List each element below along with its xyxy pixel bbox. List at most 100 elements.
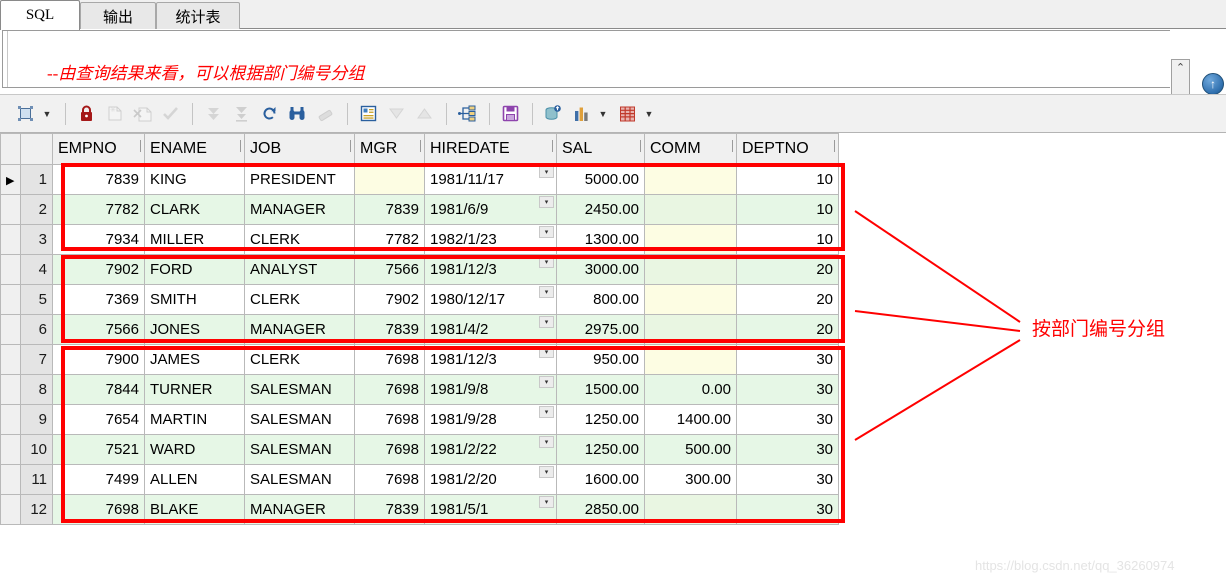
- row-marker-cell[interactable]: [0, 314, 21, 345]
- cell-comm[interactable]: [644, 224, 737, 255]
- cell-job[interactable]: MANAGER: [244, 194, 355, 225]
- cell-mgr[interactable]: 7698: [354, 464, 425, 495]
- tab-sql[interactable]: SQL: [0, 0, 80, 30]
- cell-comm[interactable]: 500.00: [644, 434, 737, 465]
- cell-mgr[interactable]: 7782: [354, 224, 425, 255]
- last-page-icon[interactable]: [228, 101, 254, 127]
- cell-mgr[interactable]: 7566: [354, 254, 425, 285]
- cell-hiredate[interactable]: 1981/5/1 ▾: [424, 494, 557, 525]
- cell-sal[interactable]: 2850.00: [556, 494, 645, 525]
- commit-check-icon[interactable]: [157, 101, 183, 127]
- date-picker-chevron-down-icon[interactable]: ▾: [539, 286, 554, 298]
- cell-ename[interactable]: BLAKE: [144, 494, 245, 525]
- row-number-cell[interactable]: 8: [20, 374, 53, 405]
- delete-record-icon[interactable]: [129, 101, 155, 127]
- table-row[interactable]: 8 7844 TURNER SALESMAN 7698 1981/9/8 ▾ 1500.00 0…: [0, 374, 839, 405]
- new-record-icon[interactable]: ✳: [101, 101, 127, 127]
- row-marker-cell[interactable]: [0, 464, 21, 495]
- cell-empno[interactable]: 7499: [52, 464, 145, 495]
- cell-sal[interactable]: 1250.00: [556, 434, 645, 465]
- column-resize-handle[interactable]: [350, 140, 351, 152]
- cell-hiredate[interactable]: 1982/1/23 ▾: [424, 224, 557, 255]
- grid-view-chevron-down-icon[interactable]: ▼: [40, 101, 54, 127]
- cell-ename[interactable]: FORD: [144, 254, 245, 285]
- cell-empno[interactable]: 7902: [52, 254, 145, 285]
- cell-comm[interactable]: 0.00: [644, 374, 737, 405]
- cell-comm[interactable]: [644, 314, 737, 345]
- cell-hiredate[interactable]: 1981/12/3 ▾: [424, 344, 557, 375]
- grid-view-icon[interactable]: [12, 101, 38, 127]
- cell-deptno[interactable]: 10: [736, 164, 839, 195]
- cell-empno[interactable]: 7900: [52, 344, 145, 375]
- cell-sal[interactable]: 1600.00: [556, 464, 645, 495]
- row-marker-cell[interactable]: [0, 224, 21, 255]
- chart-chevron-down-icon[interactable]: ▼: [596, 101, 610, 127]
- table-row[interactable]: 4 7902 FORD ANALYST 7566 1981/12/3 ▾ 3000.00 20: [0, 254, 839, 285]
- cell-job[interactable]: SALESMAN: [244, 404, 355, 435]
- date-picker-chevron-down-icon[interactable]: ▾: [539, 226, 554, 238]
- column-header-hiredate[interactable]: HIREDATE: [424, 133, 557, 165]
- cell-empno[interactable]: 7566: [52, 314, 145, 345]
- cell-ename[interactable]: SMITH: [144, 284, 245, 315]
- row-marker-cell[interactable]: [0, 254, 21, 285]
- cell-sal[interactable]: 1500.00: [556, 374, 645, 405]
- cell-mgr[interactable]: 7902: [354, 284, 425, 315]
- column-resize-handle[interactable]: [140, 140, 141, 152]
- cell-mgr[interactable]: [354, 164, 425, 195]
- table-row[interactable]: 9 7654 MARTIN SALESMAN 7698 1981/9/28 ▾ 1250.00…: [0, 404, 839, 435]
- cell-hiredate[interactable]: 1981/12/3 ▾: [424, 254, 557, 285]
- cell-hiredate[interactable]: 1981/9/8 ▾: [424, 374, 557, 405]
- cell-deptno[interactable]: 30: [736, 374, 839, 405]
- cell-hiredate[interactable]: 1981/9/28 ▾: [424, 404, 557, 435]
- row-number-cell[interactable]: 2: [20, 194, 53, 225]
- cell-deptno[interactable]: 30: [736, 494, 839, 525]
- cell-ename[interactable]: KING: [144, 164, 245, 195]
- record-detail-icon[interactable]: [355, 101, 381, 127]
- cell-hiredate[interactable]: 1981/4/2 ▾: [424, 314, 557, 345]
- refresh-icon[interactable]: [256, 101, 282, 127]
- row-marker-cell[interactable]: [0, 194, 21, 225]
- cell-ename[interactable]: MILLER: [144, 224, 245, 255]
- column-header-ename[interactable]: ENAME: [144, 133, 245, 165]
- cell-empno[interactable]: 7698: [52, 494, 145, 525]
- cell-empno[interactable]: 7782: [52, 194, 145, 225]
- cell-mgr[interactable]: 7698: [354, 344, 425, 375]
- cell-mgr[interactable]: 7698: [354, 434, 425, 465]
- table-row[interactable]: ▶ 1 7839 KING PRESIDENT 1981/11/17 ▾ 5000.00 10: [0, 164, 839, 195]
- table-grid-chevron-down-icon[interactable]: ▼: [642, 101, 656, 127]
- column-resize-handle[interactable]: [640, 140, 641, 152]
- table-row[interactable]: 7 7900 JAMES CLERK 7698 1981/12/3 ▾ 950.00 30: [0, 344, 839, 375]
- row-number-cell[interactable]: 6: [20, 314, 53, 345]
- column-resize-handle[interactable]: [552, 140, 553, 152]
- sql-editor[interactable]: --由查询结果来看，可以根据部门编号分组 select * from emp o…: [2, 30, 1170, 88]
- cell-empno[interactable]: 7844: [52, 374, 145, 405]
- save-icon[interactable]: [497, 101, 523, 127]
- result-grid[interactable]: EMPNO ENAME JOB MGR HIREDATE SAL COMM DE…: [0, 133, 1226, 543]
- row-number-cell[interactable]: 12: [20, 494, 53, 525]
- cell-deptno[interactable]: 30: [736, 344, 839, 375]
- cell-sal[interactable]: 2450.00: [556, 194, 645, 225]
- cell-comm[interactable]: [644, 194, 737, 225]
- cell-sal[interactable]: 1300.00: [556, 224, 645, 255]
- cell-ename[interactable]: MARTIN: [144, 404, 245, 435]
- table-row[interactable]: 12 7698 BLAKE MANAGER 7839 1981/5/1 ▾ 2850.00 30: [0, 494, 839, 525]
- date-picker-chevron-down-icon[interactable]: ▾: [539, 466, 554, 478]
- row-number-cell[interactable]: 10: [20, 434, 53, 465]
- column-resize-handle[interactable]: [240, 140, 241, 152]
- cell-job[interactable]: MANAGER: [244, 314, 355, 345]
- cell-mgr[interactable]: 7839: [354, 494, 425, 525]
- date-picker-chevron-down-icon[interactable]: ▾: [539, 196, 554, 208]
- cell-empno[interactable]: 7934: [52, 224, 145, 255]
- cell-ename[interactable]: ALLEN: [144, 464, 245, 495]
- cell-comm[interactable]: [644, 344, 737, 375]
- cell-sal[interactable]: 800.00: [556, 284, 645, 315]
- cell-job[interactable]: CLERK: [244, 284, 355, 315]
- cell-sal[interactable]: 2975.00: [556, 314, 645, 345]
- cell-sal[interactable]: 3000.00: [556, 254, 645, 285]
- execute-upload-icon[interactable]: ↑: [1202, 73, 1224, 95]
- cell-hiredate[interactable]: 1981/2/22 ▾: [424, 434, 557, 465]
- row-number-cell[interactable]: 1: [20, 164, 53, 195]
- cell-job[interactable]: MANAGER: [244, 494, 355, 525]
- row-number-cell[interactable]: 7: [20, 344, 53, 375]
- cell-mgr[interactable]: 7698: [354, 404, 425, 435]
